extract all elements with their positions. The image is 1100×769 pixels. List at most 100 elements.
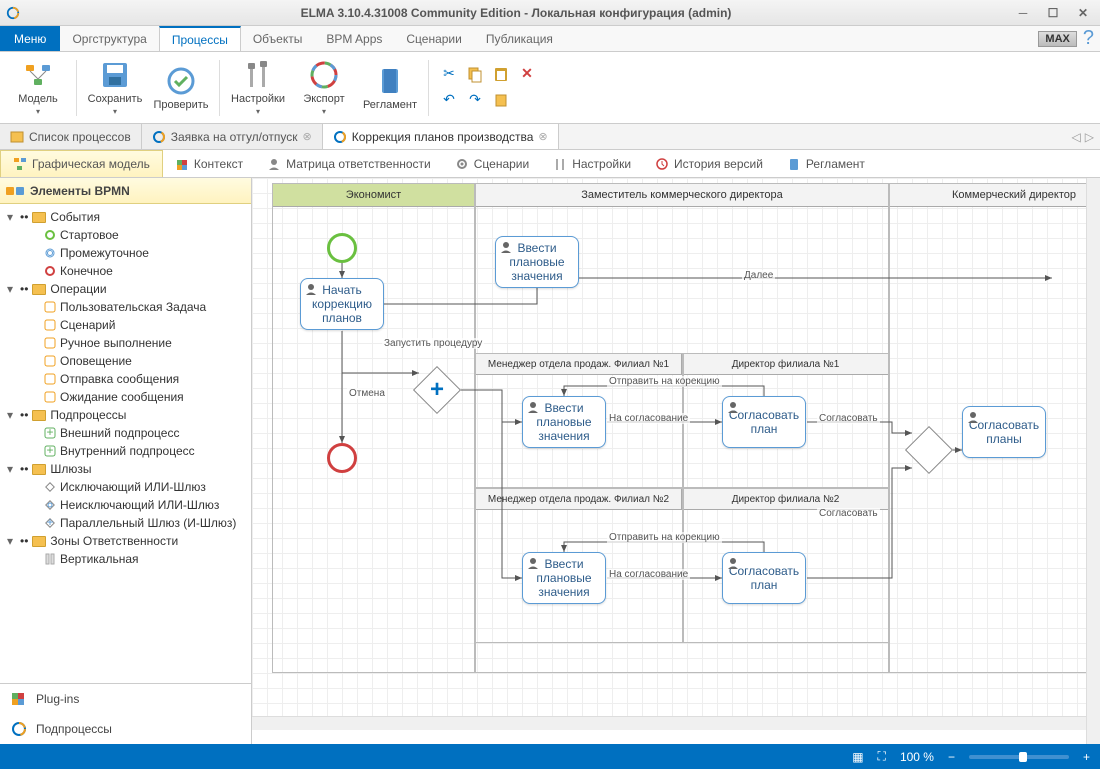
subprocess-icon [10, 720, 28, 738]
process-icon [333, 130, 347, 144]
sidebar-header-bpmn[interactable]: Элементы BPMN [0, 178, 251, 204]
zoom-level: 100 % [900, 750, 934, 764]
ribbon-reglament[interactable]: Регламент [362, 65, 418, 111]
tree-item-start-event[interactable]: Стартовое [14, 226, 251, 244]
tab-scroll-left-icon[interactable]: ◁ [1072, 130, 1081, 144]
task-enter-values-branch1[interactable]: Ввести плановые значения [522, 396, 606, 448]
subtab-history[interactable]: История версий [643, 150, 775, 177]
ribbon-model[interactable]: Модель ▾ [10, 59, 66, 116]
tree-item-xor-gateway[interactable]: Исключающий ИЛИ-Шлюз [14, 478, 251, 496]
cut-icon[interactable]: ✂ [439, 64, 459, 84]
zoom-in-button[interactable]: + [1083, 750, 1090, 764]
task-enter-values-branch2[interactable]: Ввести плановые значения [522, 552, 606, 604]
bpmn-canvas[interactable]: Экономист Заместитель коммерческого дире… [252, 178, 1100, 718]
task-agree-plans[interactable]: Согласовать планы [962, 406, 1046, 458]
menu-objects[interactable]: Объекты [241, 26, 315, 51]
help-icon[interactable]: ? [1083, 27, 1094, 50]
tab-plan-correction[interactable]: Коррекция планов производства ⊗ [323, 124, 559, 149]
task-agree-plan-1[interactable]: Согласовать план [722, 396, 806, 448]
tree-group-zones[interactable]: ▾••Зоны Ответственности [0, 532, 251, 550]
menu-bpmapps[interactable]: BPM Apps [314, 26, 394, 51]
save-icon [99, 59, 131, 91]
zoom-slider[interactable] [969, 755, 1069, 759]
copy-icon[interactable] [465, 64, 485, 84]
menu-publication[interactable]: Публикация [474, 26, 565, 51]
plugins-icon [10, 690, 28, 708]
settings-icon [242, 59, 274, 91]
tree-item-external-sub[interactable]: +Внешний подпроцесс [14, 424, 251, 442]
tree-group-operations[interactable]: ▾••Операции [0, 280, 251, 298]
svg-text:+: + [46, 425, 53, 439]
tab-process-list[interactable]: Список процессов [0, 124, 142, 149]
tree-item-end-event[interactable]: Конечное [14, 262, 251, 280]
tree-item-or-gateway[interactable]: Неисключающий ИЛИ-Шлюз [14, 496, 251, 514]
task-agree-plan-2[interactable]: Согласовать план [722, 552, 806, 604]
vertical-scrollbar[interactable] [1086, 178, 1100, 744]
ribbon-settings[interactable]: Настройки ▾ [230, 59, 286, 116]
sidebar-plugins[interactable]: Plug-ins [0, 684, 251, 714]
tree-item-wait[interactable]: Ожидание сообщения [14, 388, 251, 406]
subtab-settings[interactable]: Настройки [541, 150, 643, 177]
delete-icon[interactable]: ✕ [517, 64, 537, 84]
edge-label-agree-1: Согласовать [817, 413, 880, 424]
tree-item-internal-sub[interactable]: +Внутренний подпроцесс [14, 442, 251, 460]
window-title: ELMA 3.10.4.31008 Community Edition - Ло… [20, 6, 1012, 20]
tree-item-vertical-zone[interactable]: Вертикальная [14, 550, 251, 568]
diagram-icon [13, 157, 27, 171]
tree-group-events[interactable]: ▾••События [0, 208, 251, 226]
maximize-button[interactable]: ☐ [1042, 6, 1064, 20]
tree-group-subprocesses[interactable]: ▾••Подпроцессы [0, 406, 251, 424]
menu-processes[interactable]: Процессы [159, 26, 241, 51]
close-button[interactable]: ✕ [1072, 6, 1094, 20]
subtab-matrix[interactable]: Матрица ответственности [255, 150, 443, 177]
tree-item-intermediate-event[interactable]: Промежуточное [14, 244, 251, 262]
subtab-context[interactable]: Контекст [163, 150, 255, 177]
process-icon [152, 130, 166, 144]
minimize-button[interactable]: ─ [1012, 6, 1034, 20]
canvas-area[interactable]: Экономист Заместитель коммерческого дире… [252, 178, 1100, 744]
tree-item-notify[interactable]: Оповещение [14, 352, 251, 370]
zoom-out-button[interactable]: − [948, 750, 955, 764]
sidebar-subprocesses[interactable]: Подпроцессы [0, 714, 251, 744]
redo-icon[interactable]: ↷ [465, 90, 485, 110]
tree-item-and-gateway[interactable]: +Параллельный Шлюз (И-Шлюз) [14, 514, 251, 532]
close-tab-icon[interactable]: ⊗ [303, 130, 312, 143]
menubar: Меню Оргструктура Процессы Объекты BPM A… [0, 26, 1100, 52]
tree-item-send[interactable]: Отправка сообщения [14, 370, 251, 388]
menu-scenarios[interactable]: Сценарии [394, 26, 473, 51]
copy-special-icon[interactable] [491, 90, 511, 110]
horizontal-scrollbar[interactable] [252, 716, 1086, 730]
subtab-reglament[interactable]: Регламент [775, 150, 877, 177]
edge-label-send-corr-2: Отправить на корекцию [607, 532, 722, 543]
tab-leave-request[interactable]: Заявка на отгул/отпуск ⊗ [142, 124, 323, 149]
tab-scroll-right-icon[interactable]: ▷ [1085, 130, 1094, 144]
user-icon [526, 556, 540, 570]
menu-button[interactable]: Меню [0, 26, 60, 51]
svg-text:+: + [46, 443, 53, 457]
subtab-scenarios[interactable]: Сценарии [443, 150, 541, 177]
tree-item-script[interactable]: Сценарий [14, 316, 251, 334]
task-begin-correction[interactable]: Начать коррекцию планов [300, 278, 384, 330]
undo-icon[interactable]: ↶ [439, 90, 459, 110]
paste-icon[interactable] [491, 64, 511, 84]
max-badge: MAX [1038, 31, 1076, 47]
edge-label-to-agree-1: На согласование [607, 413, 690, 424]
menu-orgstructure[interactable]: Оргструктура [60, 26, 158, 51]
end-event[interactable] [327, 443, 357, 473]
fit-icon[interactable]: ⛶ [878, 749, 886, 764]
edge-label-to-agree-2: На согласование [607, 569, 690, 580]
start-event[interactable] [327, 233, 357, 263]
edge-label-agree-2: Согласовать [817, 508, 880, 519]
grid-icon[interactable]: ▦ [852, 750, 863, 764]
close-tab-icon[interactable]: ⊗ [538, 130, 547, 143]
subtabs: Графическая модель Контекст Матрица отве… [0, 150, 1100, 178]
ribbon-check[interactable]: Проверить [153, 65, 209, 111]
ribbon-save[interactable]: Сохранить ▾ [87, 59, 143, 116]
tree-item-manual[interactable]: Ручное выполнение [14, 334, 251, 352]
task-enter-values-top[interactable]: Ввести плановые значения [495, 236, 579, 288]
subtab-graphic-model[interactable]: Графическая модель [0, 150, 163, 177]
ribbon-export[interactable]: Экспорт ▾ [296, 59, 352, 116]
tree-group-gateways[interactable]: ▾••Шлюзы [0, 460, 251, 478]
tree-item-user-task[interactable]: Пользовательская Задача [14, 298, 251, 316]
bpmn-tree: ▾••События Стартовое Промежуточное Конеч… [0, 204, 251, 683]
